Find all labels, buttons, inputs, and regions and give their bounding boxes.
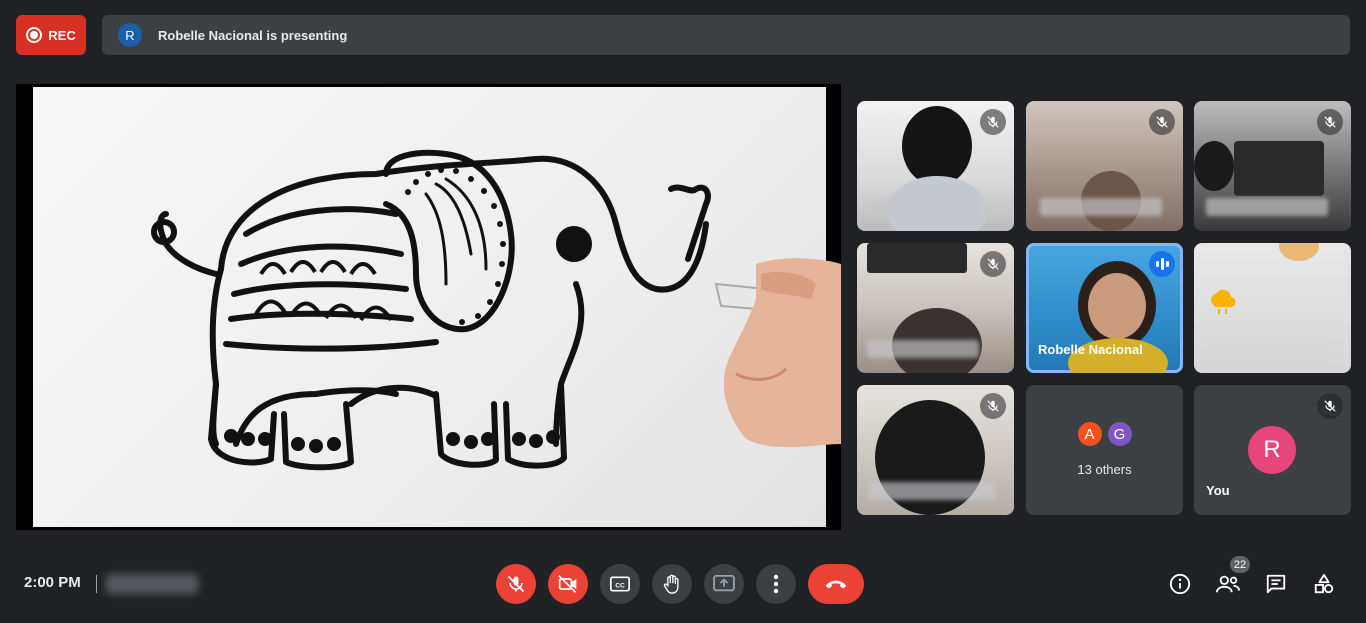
participant-tile[interactable]	[857, 101, 1014, 231]
redacted-name	[1040, 198, 1162, 216]
present-icon	[713, 575, 735, 592]
participant-name: Robelle Nacional	[1038, 342, 1143, 357]
meeting-time: 2:00 PM	[24, 574, 81, 591]
participant-tile[interactable]	[1194, 101, 1351, 231]
microphone-toggle-button[interactable]	[496, 564, 536, 604]
presentation-screen[interactable]	[16, 84, 841, 530]
presenting-text: Robelle Nacional is presenting	[158, 27, 348, 43]
avatar: A	[1075, 420, 1104, 448]
mic-off-icon	[1149, 109, 1175, 135]
participant-tile[interactable]	[857, 243, 1014, 373]
mic-off-icon	[980, 393, 1006, 419]
participant-video	[867, 243, 967, 273]
participant-tile-speaker[interactable]: Robelle Nacional	[1026, 243, 1183, 373]
redacted-name	[1206, 198, 1328, 216]
participant-video	[1279, 243, 1319, 261]
participant-video	[1088, 273, 1146, 339]
leave-call-button[interactable]	[808, 564, 864, 604]
redacted-name	[871, 198, 975, 216]
camera-off-icon	[558, 575, 577, 593]
chat-icon	[1266, 574, 1286, 594]
self-tile[interactable]: R You	[1194, 385, 1351, 515]
activities-shapes-icon	[1314, 573, 1334, 594]
participant-tile[interactable]	[1026, 101, 1183, 231]
redacted-name	[869, 482, 995, 500]
weather-cloud-icon	[1211, 289, 1236, 314]
elephant-drawing	[151, 149, 841, 471]
presenting-banner: R Robelle Nacional is presenting	[102, 15, 1350, 55]
others-count-label: 13 others	[1077, 462, 1132, 477]
mic-off-icon	[980, 109, 1006, 135]
hang-up-icon	[825, 580, 847, 589]
participant-video	[902, 106, 972, 186]
people-icon	[1216, 575, 1240, 593]
presenter-avatar: R	[118, 23, 142, 47]
divider	[96, 575, 97, 593]
activities-button[interactable]	[1310, 570, 1338, 598]
self-name: You	[1206, 483, 1230, 498]
record-label: REC	[48, 27, 76, 43]
camera-toggle-button[interactable]	[548, 564, 588, 604]
mic-off-icon	[1317, 393, 1343, 419]
participant-tile[interactable]	[1194, 243, 1351, 373]
captions-icon: CC	[610, 576, 630, 592]
hand-icon	[663, 574, 679, 594]
mic-off-icon	[1317, 109, 1343, 135]
meeting-code-redacted	[106, 574, 198, 594]
raise-hand-button[interactable]	[652, 564, 692, 604]
record-button[interactable]: REC	[16, 15, 86, 55]
record-icon	[26, 27, 43, 43]
info-icon	[1169, 573, 1191, 595]
mic-off-icon	[507, 575, 525, 593]
avatar: G	[1105, 420, 1134, 448]
participant-tile[interactable]	[857, 385, 1014, 515]
others-tile[interactable]: A G 13 others	[1026, 385, 1183, 515]
hand-drawing	[714, 258, 841, 448]
others-avatars: A G	[1075, 420, 1134, 448]
more-options-button[interactable]	[756, 564, 796, 604]
chat-button[interactable]	[1262, 570, 1290, 598]
speaking-indicator-icon	[1149, 251, 1175, 277]
captions-button[interactable]: CC	[600, 564, 640, 604]
people-button[interactable]	[1214, 570, 1242, 598]
participant-video	[1234, 141, 1324, 196]
present-screen-button[interactable]	[704, 564, 744, 604]
svg-text:CC: CC	[615, 582, 625, 589]
more-vert-icon	[773, 574, 779, 594]
redacted-name	[867, 340, 979, 358]
participant-video	[1194, 141, 1234, 191]
meeting-details-button[interactable]	[1166, 570, 1194, 598]
mic-off-icon	[980, 251, 1006, 277]
redacted-name	[1206, 340, 1326, 358]
avatar: R	[1248, 426, 1296, 474]
